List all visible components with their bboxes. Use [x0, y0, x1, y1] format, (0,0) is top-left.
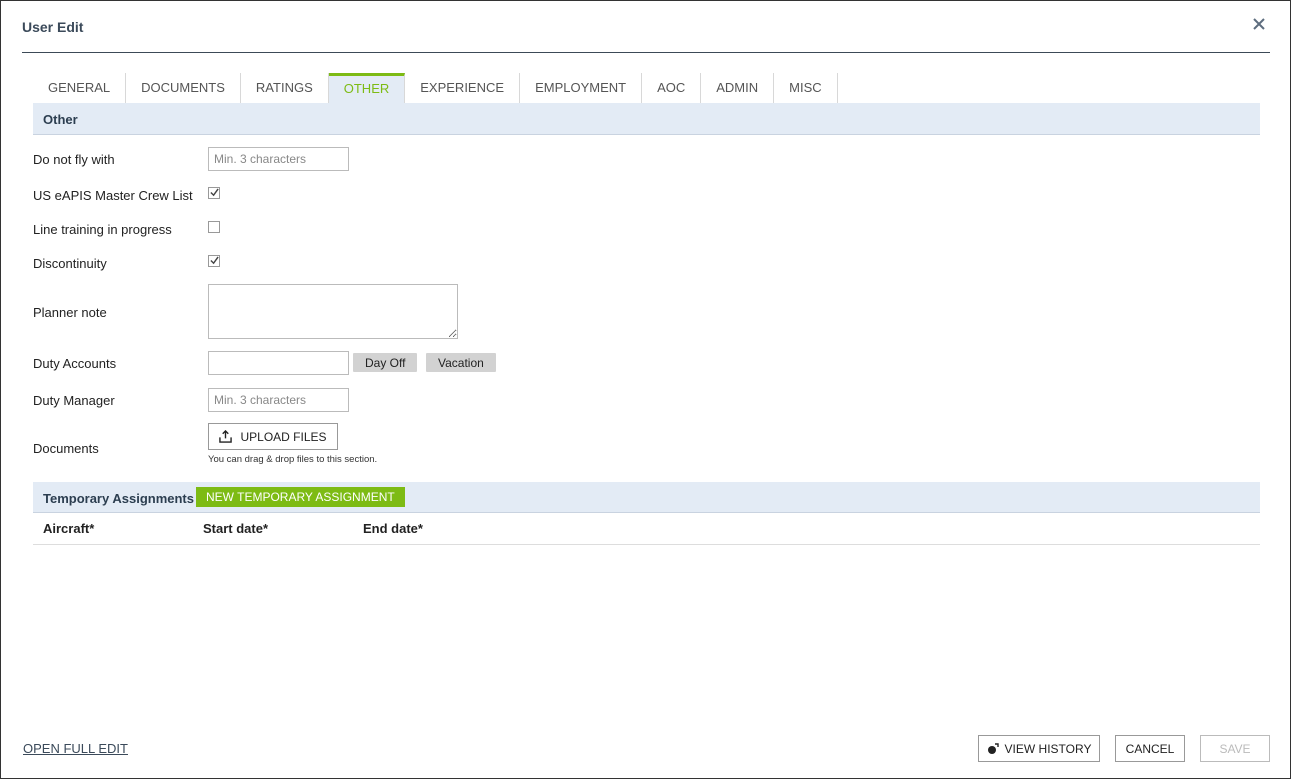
duty-accounts-input[interactable]: [208, 351, 349, 375]
duty-manager-label: Duty Manager: [33, 393, 115, 408]
planner-note-label: Planner note: [33, 305, 107, 320]
other-section-title: Other: [43, 112, 78, 127]
discontinuity-checkbox[interactable]: [208, 255, 220, 267]
user-edit-dialog: User Edit GENERAL DOCUMENTS RATINGS OTHE…: [0, 0, 1291, 779]
tab-experience[interactable]: EXPERIENCE: [405, 73, 521, 103]
duty-manager-input[interactable]: [208, 388, 349, 412]
tab-general[interactable]: GENERAL: [33, 73, 127, 103]
dialog-title: User Edit: [22, 19, 84, 35]
column-end-date: End date*: [363, 521, 423, 536]
checkmark-icon: [210, 188, 219, 197]
upload-files-label: UPLOAD FILES: [240, 429, 327, 444]
save-button[interactable]: SAVE: [1200, 735, 1270, 762]
line-training-checkbox[interactable]: [208, 221, 220, 233]
view-history-button[interactable]: VIEW HISTORY: [978, 735, 1100, 762]
tab-other[interactable]: OTHER: [328, 73, 406, 103]
view-history-label: VIEW HISTORY: [1004, 741, 1092, 756]
day-off-button[interactable]: Day Off: [353, 353, 418, 372]
column-start-date: Start date*: [203, 521, 269, 536]
dialog-header: User Edit: [22, 1, 1270, 53]
do-not-fly-with-label: Do not fly with: [33, 152, 115, 167]
temporary-assignments-title: Temporary Assignments: [43, 491, 194, 506]
tab-documents[interactable]: DOCUMENTS: [126, 73, 241, 103]
close-icon: [1253, 18, 1265, 30]
tab-aoc[interactable]: AOC: [642, 73, 702, 103]
do-not-fly-with-input[interactable]: [208, 147, 349, 171]
open-full-edit-link[interactable]: OPEN FULL EDIT: [23, 741, 128, 756]
tab-admin[interactable]: ADMIN: [701, 73, 775, 103]
tab-bar: GENERAL DOCUMENTS RATINGS OTHER EXPERIEN…: [33, 73, 838, 103]
history-icon: [987, 742, 999, 754]
column-aircraft: Aircraft*: [43, 521, 95, 536]
documents-label: Documents: [33, 441, 99, 456]
planner-note-textarea[interactable]: [208, 284, 458, 339]
tab-employment[interactable]: EMPLOYMENT: [520, 73, 643, 103]
line-training-label: Line training in progress: [33, 222, 172, 237]
tab-misc[interactable]: MISC: [774, 73, 838, 103]
eapis-checkbox[interactable]: [208, 187, 220, 199]
other-section-header: Other: [33, 103, 1260, 135]
checkmark-icon: [210, 256, 219, 265]
upload-files-button[interactable]: UPLOAD FILES: [208, 423, 338, 450]
temporary-assignments-header: Temporary Assignments NEW TEMPORARY ASSI…: [33, 482, 1260, 513]
tab-ratings[interactable]: RATINGS: [240, 73, 329, 103]
close-button[interactable]: [1252, 17, 1270, 35]
upload-icon: [219, 430, 233, 443]
cancel-button[interactable]: CANCEL: [1115, 735, 1185, 762]
table-divider: [33, 544, 1260, 545]
vacation-button[interactable]: Vacation: [426, 353, 496, 372]
drag-drop-hint: You can drag & drop files to this sectio…: [208, 454, 378, 465]
new-temporary-assignment-button[interactable]: NEW TEMPORARY ASSIGNMENT: [196, 487, 405, 507]
discontinuity-label: Discontinuity: [33, 256, 107, 271]
eapis-label: US eAPIS Master Crew List: [33, 188, 193, 203]
duty-accounts-label: Duty Accounts: [33, 356, 117, 371]
